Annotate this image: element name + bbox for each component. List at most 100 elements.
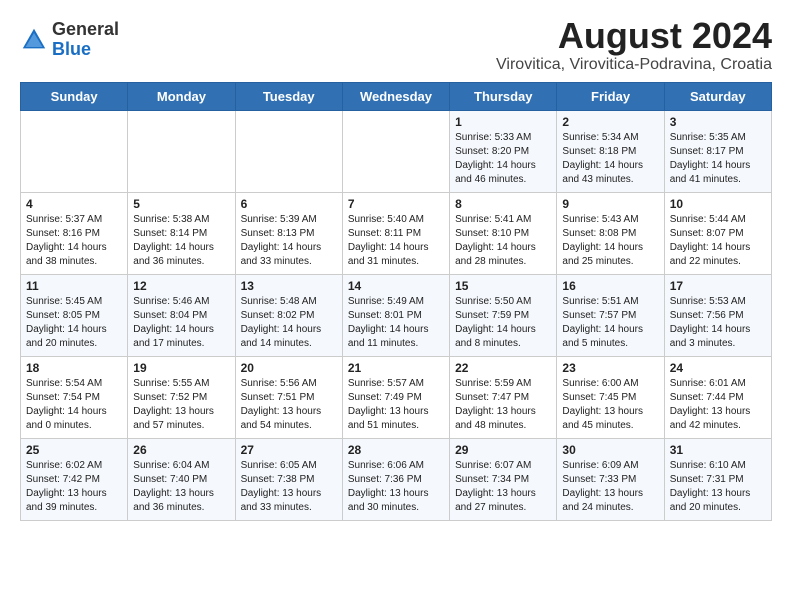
calendar-cell xyxy=(21,110,128,192)
day-number: 8 xyxy=(455,197,551,211)
day-header-monday: Monday xyxy=(128,82,235,110)
day-header-sunday: Sunday xyxy=(21,82,128,110)
day-number: 11 xyxy=(26,279,122,293)
day-number: 2 xyxy=(562,115,658,129)
day-number: 6 xyxy=(241,197,337,211)
day-info: Sunrise: 5:35 AM Sunset: 8:17 PM Dayligh… xyxy=(670,131,766,187)
day-info: Sunrise: 5:46 AM Sunset: 8:04 PM Dayligh… xyxy=(133,295,229,351)
day-number: 9 xyxy=(562,197,658,211)
day-info: Sunrise: 6:07 AM Sunset: 7:34 PM Dayligh… xyxy=(455,459,551,515)
calendar-cell: 15Sunrise: 5:50 AM Sunset: 7:59 PM Dayli… xyxy=(450,274,557,356)
day-info: Sunrise: 6:04 AM Sunset: 7:40 PM Dayligh… xyxy=(133,459,229,515)
logo-icon xyxy=(20,26,48,54)
calendar-cell: 21 Sunrise: 5:57 AM Sunset: 7:49 PM Dayli… xyxy=(342,356,449,438)
day-info: Sunrise: 5:44 AM Sunset: 8:07 PM Dayligh… xyxy=(670,213,766,269)
day-number: 23 xyxy=(562,361,658,375)
day-info: Sunrise: 5:53 AM Sunset: 7:56 PM Dayligh… xyxy=(670,295,766,351)
day-info: Sunrise: 5:43 AM Sunset: 8:08 PM Dayligh… xyxy=(562,213,658,269)
calendar-cell: 16 Sunrise: 5:51 AM Sunset: 7:57 PM Dayli… xyxy=(557,274,664,356)
day-header-wednesday: Wednesday xyxy=(342,82,449,110)
day-info: Sunrise: 5:41 AM Sunset: 8:10 PM Dayligh… xyxy=(455,213,551,269)
calendar-cell: 6 Sunrise: 5:39 AM Sunset: 8:13 PM Daylig… xyxy=(235,192,342,274)
calendar-cell xyxy=(128,110,235,192)
day-info: Sunrise: 6:09 AM Sunset: 7:33 PM Dayligh… xyxy=(562,459,658,515)
calendar-cell: 30 Sunrise: 6:09 AM Sunset: 7:33 PM Dayli… xyxy=(557,438,664,520)
day-number: 7 xyxy=(348,197,444,211)
calendar-cell: 3Sunrise: 5:35 AM Sunset: 8:17 PM Daylig… xyxy=(664,110,771,192)
day-number: 24 xyxy=(670,361,766,375)
calendar-cell: 31Sunrise: 6:10 AM Sunset: 7:31 PM Dayli… xyxy=(664,438,771,520)
calendar-cell: 18Sunrise: 5:54 AM Sunset: 7:54 PM Dayli… xyxy=(21,356,128,438)
calendar-week-2: 4 Sunrise: 5:37 AM Sunset: 8:16 PM Daylig… xyxy=(21,192,772,274)
day-header-friday: Friday xyxy=(557,82,664,110)
calendar-week-4: 18Sunrise: 5:54 AM Sunset: 7:54 PM Dayli… xyxy=(21,356,772,438)
day-info: Sunrise: 6:10 AM Sunset: 7:31 PM Dayligh… xyxy=(670,459,766,515)
day-info: Sunrise: 5:57 AM Sunset: 7:49 PM Dayligh… xyxy=(348,377,444,433)
calendar-week-1: 1Sunrise: 5:33 AM Sunset: 8:20 PM Daylig… xyxy=(21,110,772,192)
calendar-cell: 7Sunrise: 5:40 AM Sunset: 8:11 PM Daylig… xyxy=(342,192,449,274)
day-info: Sunrise: 6:06 AM Sunset: 7:36 PM Dayligh… xyxy=(348,459,444,515)
day-number: 26 xyxy=(133,443,229,457)
calendar-cell: 24Sunrise: 6:01 AM Sunset: 7:44 PM Dayli… xyxy=(664,356,771,438)
day-number: 19 xyxy=(133,361,229,375)
day-number: 14 xyxy=(348,279,444,293)
calendar-week-5: 25Sunrise: 6:02 AM Sunset: 7:42 PM Dayli… xyxy=(21,438,772,520)
day-info: Sunrise: 5:59 AM Sunset: 7:47 PM Dayligh… xyxy=(455,377,551,433)
calendar-cell: 11 Sunrise: 5:45 AM Sunset: 8:05 PM Dayli… xyxy=(21,274,128,356)
calendar-cell: 19 Sunrise: 5:55 AM Sunset: 7:52 PM Dayli… xyxy=(128,356,235,438)
calendar-cell: 12Sunrise: 5:46 AM Sunset: 8:04 PM Dayli… xyxy=(128,274,235,356)
page-header: General Blue August 2024 Virovitica, Vir… xyxy=(20,16,772,74)
calendar-cell: 23Sunrise: 6:00 AM Sunset: 7:45 PM Dayli… xyxy=(557,356,664,438)
day-number: 4 xyxy=(26,197,122,211)
calendar-cell xyxy=(235,110,342,192)
title-block: August 2024 Virovitica, Virovitica-Podra… xyxy=(496,16,772,74)
day-number: 25 xyxy=(26,443,122,457)
day-info: Sunrise: 6:05 AM Sunset: 7:38 PM Dayligh… xyxy=(241,459,337,515)
calendar-cell: 28 Sunrise: 6:06 AM Sunset: 7:36 PM Dayli… xyxy=(342,438,449,520)
day-header-tuesday: Tuesday xyxy=(235,82,342,110)
day-info: Sunrise: 5:54 AM Sunset: 7:54 PM Dayligh… xyxy=(26,377,122,433)
calendar-cell: 4 Sunrise: 5:37 AM Sunset: 8:16 PM Daylig… xyxy=(21,192,128,274)
day-info: Sunrise: 5:55 AM Sunset: 7:52 PM Dayligh… xyxy=(133,377,229,433)
day-info: Sunrise: 5:49 AM Sunset: 8:01 PM Dayligh… xyxy=(348,295,444,351)
day-info: Sunrise: 5:48 AM Sunset: 8:02 PM Dayligh… xyxy=(241,295,337,351)
calendar-cell: 20 Sunrise: 5:56 AM Sunset: 7:51 PM Dayli… xyxy=(235,356,342,438)
day-header-saturday: Saturday xyxy=(664,82,771,110)
day-info: Sunrise: 5:50 AM Sunset: 7:59 PM Dayligh… xyxy=(455,295,551,351)
calendar-cell: 22Sunrise: 5:59 AM Sunset: 7:47 PM Dayli… xyxy=(450,356,557,438)
day-info: Sunrise: 5:38 AM Sunset: 8:14 PM Dayligh… xyxy=(133,213,229,269)
logo-blue-text: Blue xyxy=(52,39,91,59)
calendar-cell: 5 Sunrise: 5:38 AM Sunset: 8:14 PM Daylig… xyxy=(128,192,235,274)
calendar-week-3: 11 Sunrise: 5:45 AM Sunset: 8:05 PM Dayli… xyxy=(21,274,772,356)
calendar-cell: 2 Sunrise: 5:34 AM Sunset: 8:18 PM Daylig… xyxy=(557,110,664,192)
calendar-cell: 29Sunrise: 6:07 AM Sunset: 7:34 PM Dayli… xyxy=(450,438,557,520)
calendar-header-row: SundayMondayTuesdayWednesdayThursdayFrid… xyxy=(21,82,772,110)
calendar-cell: 14 Sunrise: 5:49 AM Sunset: 8:01 PM Dayli… xyxy=(342,274,449,356)
day-number: 21 xyxy=(348,361,444,375)
day-number: 20 xyxy=(241,361,337,375)
calendar-cell: 25Sunrise: 6:02 AM Sunset: 7:42 PM Dayli… xyxy=(21,438,128,520)
day-number: 5 xyxy=(133,197,229,211)
day-number: 16 xyxy=(562,279,658,293)
day-number: 17 xyxy=(670,279,766,293)
day-number: 10 xyxy=(670,197,766,211)
day-info: Sunrise: 5:34 AM Sunset: 8:18 PM Dayligh… xyxy=(562,131,658,187)
day-number: 28 xyxy=(348,443,444,457)
calendar-cell: 17 Sunrise: 5:53 AM Sunset: 7:56 PM Dayli… xyxy=(664,274,771,356)
calendar-cell: 13Sunrise: 5:48 AM Sunset: 8:02 PM Dayli… xyxy=(235,274,342,356)
calendar-cell: 8 Sunrise: 5:41 AM Sunset: 8:10 PM Daylig… xyxy=(450,192,557,274)
day-info: Sunrise: 5:39 AM Sunset: 8:13 PM Dayligh… xyxy=(241,213,337,269)
day-info: Sunrise: 5:45 AM Sunset: 8:05 PM Dayligh… xyxy=(26,295,122,351)
day-info: Sunrise: 5:51 AM Sunset: 7:57 PM Dayligh… xyxy=(562,295,658,351)
logo: General Blue xyxy=(20,20,119,60)
page-title: August 2024 xyxy=(496,16,772,56)
day-number: 30 xyxy=(562,443,658,457)
page-subtitle: Virovitica, Virovitica-Podravina, Croati… xyxy=(496,56,772,74)
calendar-cell: 10 Sunrise: 5:44 AM Sunset: 8:07 PM Dayli… xyxy=(664,192,771,274)
day-number: 27 xyxy=(241,443,337,457)
day-number: 1 xyxy=(455,115,551,129)
day-info: Sunrise: 5:37 AM Sunset: 8:16 PM Dayligh… xyxy=(26,213,122,269)
day-info: Sunrise: 5:56 AM Sunset: 7:51 PM Dayligh… xyxy=(241,377,337,433)
calendar-cell xyxy=(342,110,449,192)
calendar-cell: 26 Sunrise: 6:04 AM Sunset: 7:40 PM Dayli… xyxy=(128,438,235,520)
